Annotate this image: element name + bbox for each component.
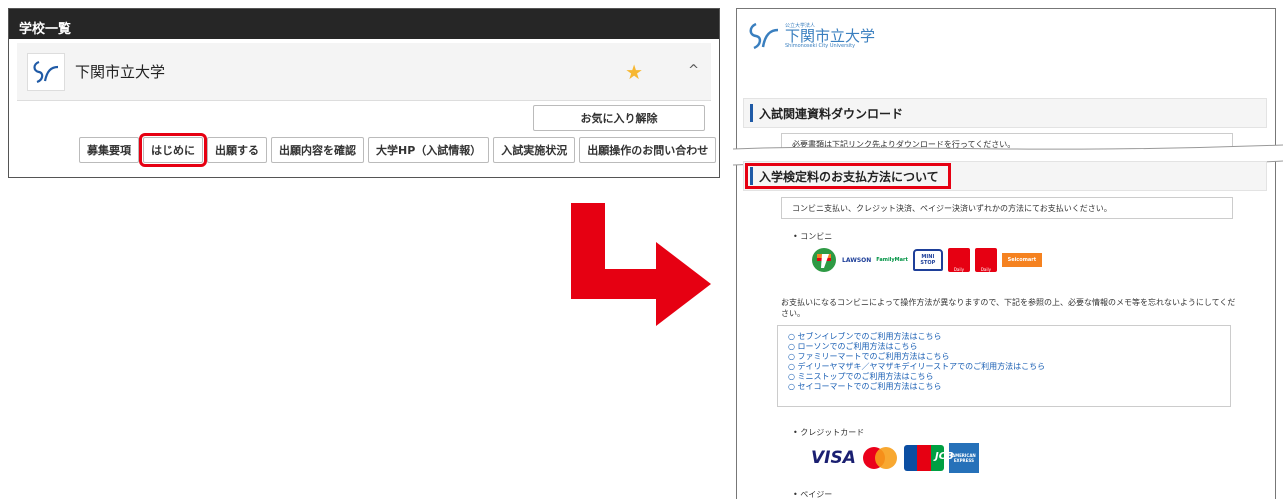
favorite-star-icon[interactable]: ★ bbox=[625, 60, 643, 84]
university-logo[interactable]: 公立大学法人 下関市立大学 Shimonoseki City Universit… bbox=[747, 21, 875, 51]
seven-eleven-logo-icon bbox=[812, 248, 836, 272]
lawson-guide-link[interactable]: ローソンでのご利用方法はこちら bbox=[788, 342, 1220, 352]
confirm-application-button[interactable]: 出願内容を確認 bbox=[271, 137, 364, 163]
university-hp-button[interactable]: 大学HP（入試情報） bbox=[368, 137, 490, 163]
daily-yamazaki-guide-link[interactable]: デイリーヤマザキ／ヤマザキデイリーストアでのご利用方法はこちら bbox=[788, 362, 1220, 372]
lawson-logo-icon: LAWSON bbox=[842, 256, 872, 264]
yamazaki-daily-store-logo-icon: Daily bbox=[974, 248, 997, 272]
guidelines-button[interactable]: 募集要項 bbox=[79, 137, 139, 163]
payment-note: コンビニ支払い、クレジット決済、ペイジー決済いずれかの方法にてお支払いください。 bbox=[781, 197, 1233, 219]
section-bar bbox=[750, 104, 753, 122]
seicomart-logo-icon: Seicomart bbox=[1001, 253, 1042, 267]
school-card[interactable]: 下関市立大学 ★ ^ bbox=[17, 43, 711, 101]
jcb-logo-text: JCB bbox=[935, 451, 954, 462]
credit-card-label: • クレジットカード bbox=[793, 428, 865, 437]
download-section-title: 入試関連資料ダウンロード bbox=[759, 106, 904, 121]
visa-logo-icon: VISA bbox=[811, 448, 856, 468]
exam-status-button[interactable]: 入試実施状況 bbox=[493, 137, 576, 163]
school-logo-icon bbox=[27, 52, 65, 91]
arrow-shaft-horizontal bbox=[571, 269, 659, 299]
school-list-header: 学校一覧 bbox=[9, 9, 719, 39]
seven-eleven-guide-link[interactable]: セブンイレブンでのご利用方法はこちら bbox=[788, 332, 1220, 342]
university-logo-icon bbox=[749, 22, 779, 50]
school-name: 下関市立大学 bbox=[75, 63, 166, 81]
action-button-row: 募集要項 はじめに 出願する 出願内容を確認 大学HP（入試情報） 入試実施状況… bbox=[79, 133, 717, 167]
introduction-button[interactable]: はじめに bbox=[139, 133, 207, 167]
contact-button[interactable]: 出願操作のお問い合わせ bbox=[579, 137, 717, 163]
download-section-header: 入試関連資料ダウンロード bbox=[743, 98, 1267, 128]
payeasy-label: • ペイジー bbox=[793, 490, 833, 499]
card-logos: VISA JCB AMERICAN EXPRESS bbox=[811, 443, 979, 473]
arrow-head-icon bbox=[656, 242, 711, 326]
mastercard-logo-icon bbox=[862, 447, 897, 469]
ministop-guide-link[interactable]: ミニストップでのご利用方法はこちら bbox=[788, 372, 1220, 382]
familymart-logo-icon: FamilyMart bbox=[876, 257, 908, 263]
school-list-panel: 学校一覧 下関市立大学 ★ ^ お気に入り解除 募集要項 はじめに 出願する 出… bbox=[8, 8, 720, 178]
familymart-guide-link[interactable]: ファミリーマートでのご利用方法はこちら bbox=[788, 352, 1220, 362]
convenience-label: • コンビニ bbox=[793, 232, 833, 241]
daily-yamazaki-logo-icon: Daily bbox=[947, 248, 970, 272]
introduction-page: 公立大学法人 下関市立大学 Shimonoseki City Universit… bbox=[733, 8, 1283, 499]
convenience-logos: LAWSON FamilyMart MINI STOP Daily Daily … bbox=[811, 247, 1042, 273]
highlight-frame bbox=[745, 163, 951, 189]
payment-guide-links: セブンイレブンでのご利用方法はこちら ローソンでのご利用方法はこちら ファミリー… bbox=[777, 325, 1231, 407]
ministop-logo-icon: MINI STOP bbox=[912, 249, 943, 271]
remove-favorite-button[interactable]: お気に入り解除 bbox=[533, 105, 705, 131]
payment-instruction: お支払いになるコンビニによって操作方法が異なりますので、下記を参照の上、必要な情… bbox=[781, 298, 1236, 318]
apply-button[interactable]: 出願する bbox=[207, 137, 267, 163]
collapse-chevron-icon[interactable]: ^ bbox=[688, 63, 699, 78]
seicomart-guide-link[interactable]: セイコーマートでのご利用方法はこちら bbox=[788, 382, 1220, 392]
logo-university-name: 下関市立大学 bbox=[785, 26, 876, 45]
